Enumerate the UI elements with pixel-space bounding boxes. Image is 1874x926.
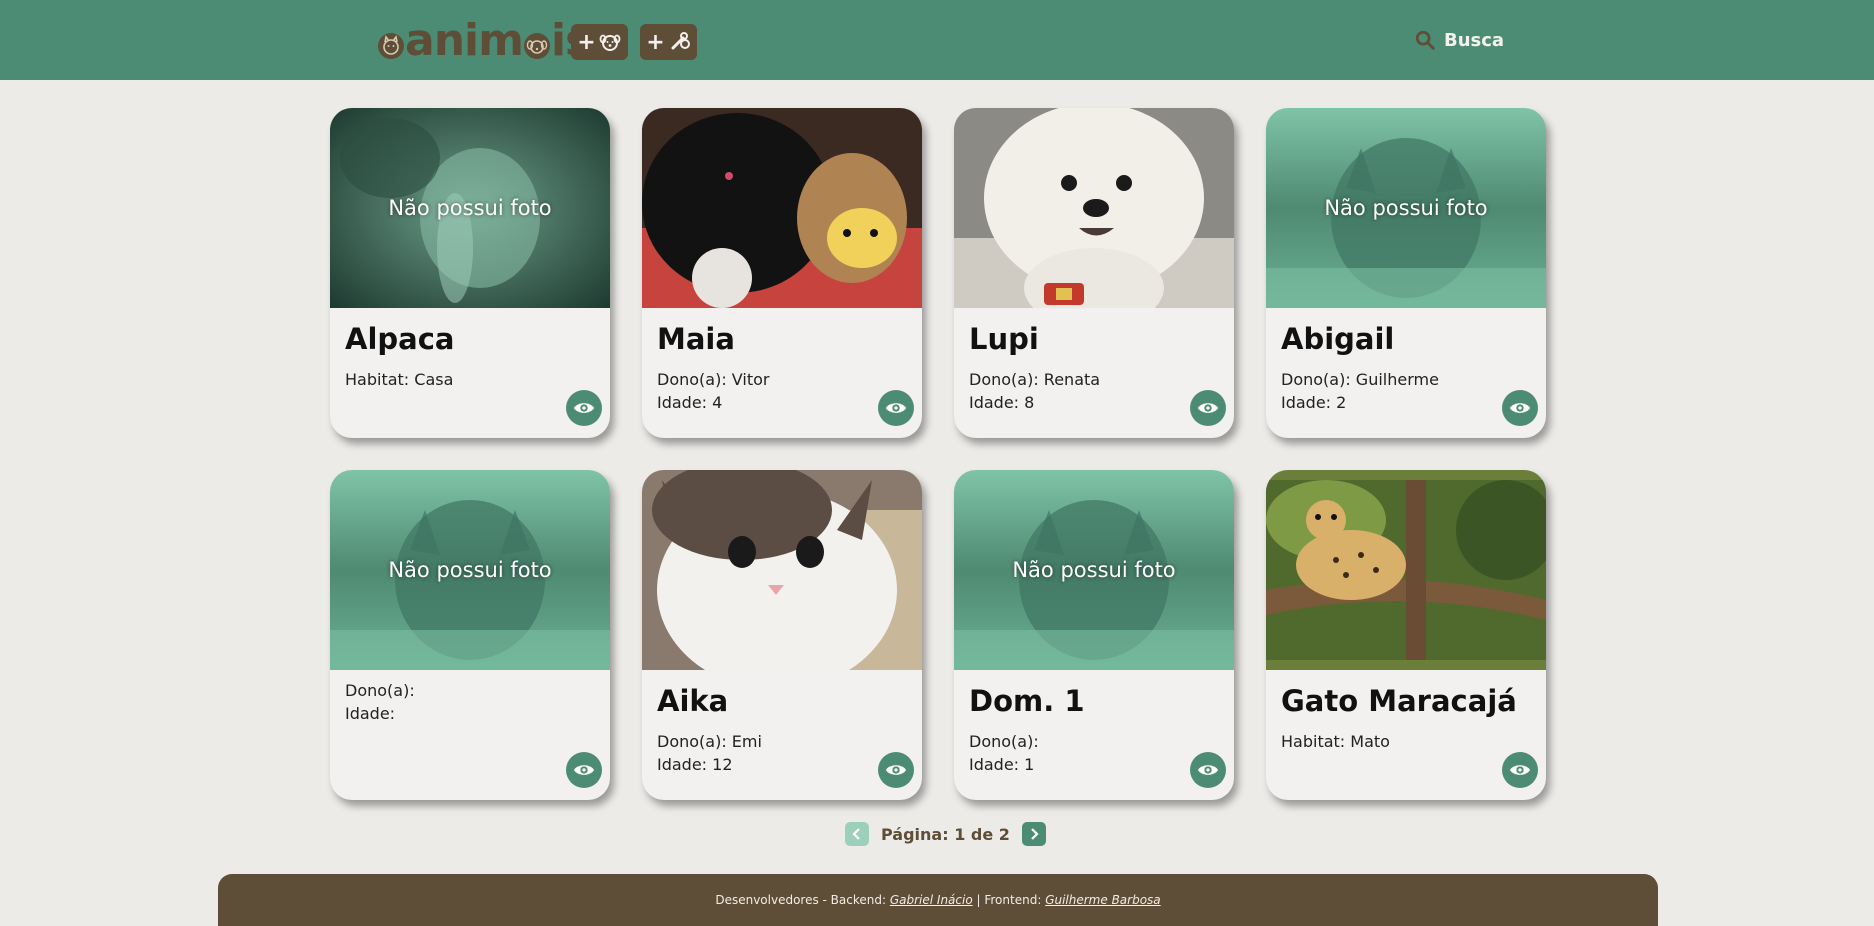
animal-detail-2: Idade: 12 [657, 755, 733, 774]
chevron-right-icon [1031, 828, 1039, 840]
animal-name: Aika [657, 684, 729, 718]
add-pet-label: + [577, 29, 596, 55]
animal-detail-1: Dono(a): [345, 681, 415, 700]
animal-card[interactable]: Maia Dono(a): Vitor Idade: 4 [642, 108, 922, 438]
animal-detail-2: Idade: [345, 704, 396, 723]
animal-name: Maia [657, 322, 735, 356]
animal-card[interactable]: Não possui foto Alpaca Habitat: Casa [330, 108, 610, 438]
animal-card[interactable]: Gato Maracajá Habitat: Mato [1266, 470, 1546, 800]
site-logo[interactable]: anim is [377, 14, 591, 66]
dog-face-icon [523, 33, 550, 59]
animal-photo [642, 108, 922, 308]
top-header: anim is + + Busca [0, 0, 1874, 80]
view-details-button[interactable] [878, 752, 914, 788]
add-animal-label: + [646, 29, 665, 55]
animal-detail-1: Dono(a): [969, 732, 1039, 751]
eye-icon [573, 765, 595, 775]
eye-icon [885, 765, 907, 775]
animal-detail-2: Idade: 8 [969, 393, 1035, 412]
animal-name: Abigail [1281, 322, 1395, 356]
eye-icon [573, 403, 595, 413]
animal-card[interactable]: Não possui foto Dom. 1 Dono(a): Idade: 1 [954, 470, 1234, 800]
animal-photo [642, 470, 922, 670]
view-details-button[interactable] [1190, 752, 1226, 788]
animal-photo [954, 108, 1234, 308]
animal-detail-2: Idade: 2 [1281, 393, 1347, 412]
paw-bone-icon [671, 32, 690, 50]
animal-name: Alpaca [345, 322, 455, 356]
footer: Desenvolvedores - Backend: Gabriel Ináci… [218, 874, 1658, 926]
footer-separator: | Frontend: [972, 893, 1046, 907]
next-page-button[interactable] [1021, 822, 1046, 846]
view-details-button[interactable] [1190, 390, 1226, 426]
view-details-button[interactable] [566, 752, 602, 788]
view-details-button[interactable] [1502, 390, 1538, 426]
animal-card[interactable]: Não possui foto Dono(a): Idade: [330, 470, 610, 800]
search-button[interactable]: Busca [1414, 26, 1504, 54]
backend-developer-link[interactable]: Gabriel Inácio [890, 893, 973, 907]
animal-photo-placeholder: Não possui foto [954, 470, 1234, 670]
animal-detail-1: Dono(a): Emi [657, 732, 762, 751]
eye-icon [885, 403, 907, 413]
footer-prefix: Desenvolvedores - Backend: [715, 893, 890, 907]
animal-name: Dom. 1 [969, 684, 1085, 718]
no-photo-label: Não possui foto [1012, 558, 1176, 582]
animal-card[interactable]: Lupi Dono(a): Renata Idade: 8 [954, 108, 1234, 438]
view-details-button[interactable] [878, 390, 914, 426]
animal-detail-1: Habitat: Mato [1281, 732, 1390, 751]
animal-detail-1: Dono(a): Guilherme [1281, 370, 1439, 389]
view-details-button[interactable] [566, 390, 602, 426]
add-pet-button[interactable]: + [571, 24, 628, 60]
animal-detail-2: Idade: 1 [969, 755, 1035, 774]
no-photo-label: Não possui foto [1324, 196, 1488, 220]
eye-icon [1509, 765, 1531, 775]
animal-photo-placeholder: Não possui foto [330, 108, 610, 308]
animal-card[interactable]: Aika Dono(a): Emi Idade: 12 [642, 470, 922, 800]
dog-face-icon [599, 34, 621, 51]
animal-detail-1: Dono(a): Renata [969, 370, 1101, 389]
cat-face-icon [378, 33, 404, 59]
animal-photo-placeholder: Não possui foto [1266, 108, 1546, 308]
frontend-developer-link[interactable]: Guilherme Barbosa [1045, 893, 1160, 907]
eye-icon [1197, 403, 1219, 413]
animal-name: Gato Maracajá [1281, 684, 1517, 718]
no-photo-label: Não possui foto [388, 196, 552, 220]
add-animal-button[interactable]: + [640, 24, 697, 60]
animal-detail-1: Dono(a): Vitor [657, 370, 770, 389]
animal-photo-placeholder: Não possui foto [330, 470, 610, 670]
animal-name: Lupi [969, 322, 1039, 356]
animal-detail-2: Idade: 4 [657, 393, 723, 412]
eye-icon [1197, 765, 1219, 775]
previous-page-button[interactable] [845, 822, 869, 846]
search-icon [1415, 30, 1435, 50]
animal-card[interactable]: Não possui foto Abigail Dono(a): Guilher… [1266, 108, 1546, 438]
page-indicator: Página: 1 de 2 [881, 824, 1010, 844]
view-details-button[interactable] [1502, 752, 1538, 788]
logo-text-part1: anim [405, 14, 524, 66]
search-label: Busca [1444, 29, 1505, 51]
animal-detail-1: Habitat: Casa [345, 370, 454, 389]
animal-photo [1266, 470, 1546, 670]
chevron-left-icon [852, 828, 860, 840]
pagination: Página: 1 de 2 [845, 822, 1046, 846]
no-photo-label: Não possui foto [388, 558, 552, 582]
eye-icon [1509, 403, 1531, 413]
